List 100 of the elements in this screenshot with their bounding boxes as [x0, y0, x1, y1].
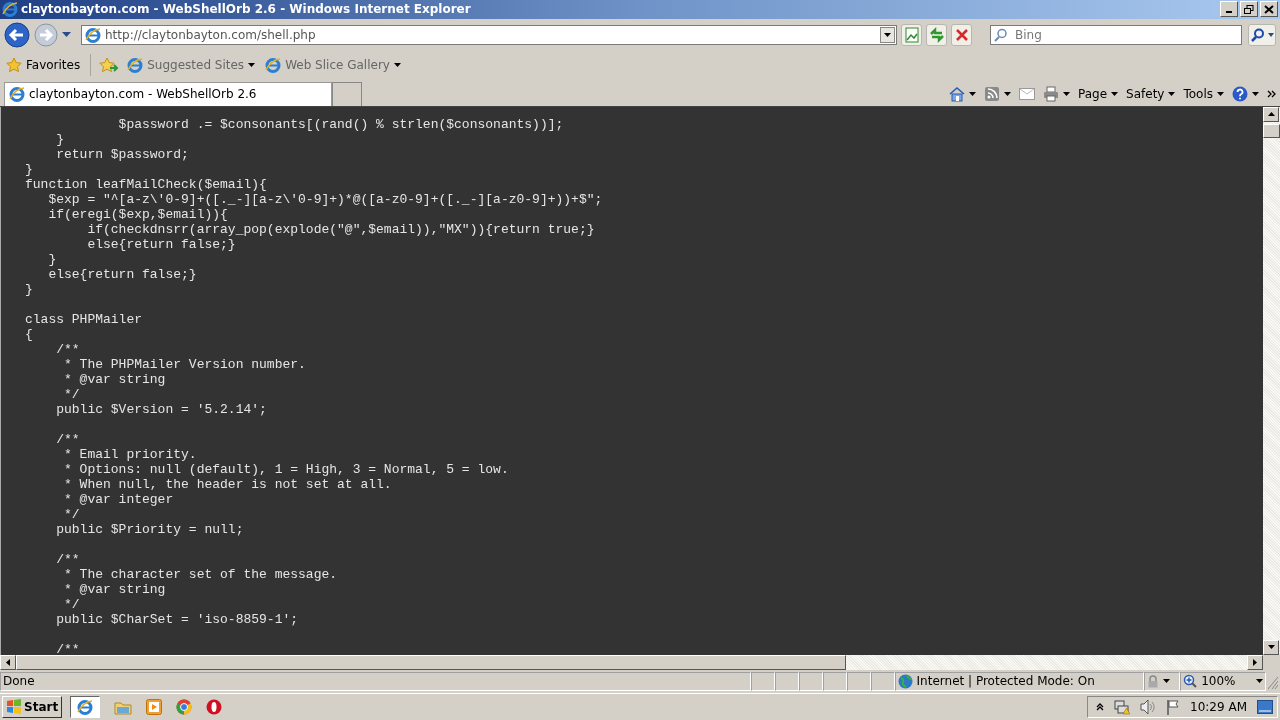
caret-icon: [1163, 679, 1171, 684]
circle-icon[interactable]: [176, 699, 193, 716]
code-line: * @var integer: [63, 491, 175, 507]
protection-button[interactable]: [1144, 671, 1181, 692]
help-icon: [1232, 85, 1248, 102]
code-line: else{return false;}: [86, 236, 237, 252]
code-line: public $CharSet = 'iso-8859-1';: [55, 611, 300, 627]
search-field[interactable]: Bing: [990, 24, 1243, 45]
command-menu[interactable]: Safety: [1126, 86, 1176, 101]
address-field[interactable]: http://claytonbayton.com/shell.php: [81, 24, 897, 45]
command-menu[interactable]: Page: [1078, 86, 1119, 101]
compatibility-button[interactable]: [901, 23, 922, 46]
favorites-link[interactable]: Suggested Sites: [125, 55, 258, 76]
play-icon[interactable]: [146, 699, 163, 716]
favorites-button[interactable]: Favorites: [4, 55, 83, 76]
code-line: class PHPMailer: [25, 311, 144, 327]
code-line: }: [25, 281, 34, 297]
status-panel: [774, 671, 799, 692]
windows-logo-icon: [6, 699, 22, 716]
refresh-icon: [928, 26, 945, 43]
refresh-button[interactable]: [926, 23, 948, 46]
page-icon: [265, 57, 282, 74]
code-line: else{return false;}: [47, 266, 198, 282]
print-button[interactable]: [1043, 85, 1070, 102]
compatibility-icon: [903, 26, 920, 43]
clock[interactable]: 10:29 AM: [1190, 700, 1247, 715]
browser-icon: [77, 699, 94, 716]
code-line: * When null, the header is not set at all.: [63, 476, 393, 492]
caret-icon: [884, 32, 891, 37]
status-text: Done: [3, 674, 35, 689]
resize-grip-icon: [1268, 677, 1278, 690]
caret-icon: [1256, 679, 1263, 684]
ring-icon[interactable]: [206, 699, 223, 716]
caret-icon: [1111, 91, 1119, 96]
stop-icon: [953, 26, 970, 43]
code-line: public $Version = '5.2.14';: [55, 401, 268, 417]
lock-icon: [1147, 674, 1160, 688]
restore-icon: [1244, 4, 1254, 14]
feed-icon: [984, 85, 1000, 102]
restore-button[interactable]: [1240, 1, 1258, 18]
code-line: public $Priority = null;: [55, 521, 245, 537]
code-line: * The character set of the message.: [63, 566, 339, 582]
search-icon: [1250, 27, 1265, 42]
stop-button[interactable]: [951, 23, 973, 46]
code-line: return $password;: [55, 146, 190, 162]
close-icon: [1264, 4, 1274, 14]
up-arrow-icon: [1267, 112, 1275, 117]
search-icon: [994, 27, 1009, 42]
close-button[interactable]: [1260, 1, 1278, 18]
start-button[interactable]: Start: [2, 696, 63, 719]
home-icon: [949, 85, 965, 102]
feed-button[interactable]: [984, 85, 1011, 102]
minimize-icon: [1226, 11, 1232, 14]
status-panel: [822, 671, 847, 692]
command-menu[interactable]: Tools: [1183, 86, 1224, 101]
back-button[interactable]: [4, 21, 30, 48]
code-line: /**: [55, 641, 81, 655]
code-line: if(eregi($exp,$email)){: [47, 206, 229, 222]
search-button[interactable]: [1248, 23, 1276, 46]
show-desktop-icon[interactable]: [1257, 700, 1273, 715]
caret-icon: [393, 63, 401, 68]
address-dropdown-button[interactable]: [880, 26, 895, 43]
caret-icon: [248, 63, 256, 68]
code-line: * @var string: [63, 581, 167, 597]
right-arrow-icon: [1253, 658, 1257, 666]
security-zone-text: Internet | Protected Mode: On: [916, 674, 1095, 689]
home-button[interactable]: [949, 85, 976, 102]
history-dropdown-icon[interactable]: [62, 32, 71, 38]
chevron-up-icon[interactable]: [1096, 703, 1105, 712]
code-line: {: [25, 326, 34, 342]
globe-icon: [897, 673, 913, 689]
flag-icon[interactable]: [1166, 699, 1181, 716]
browser-tab[interactable]: claytonbayton.com - WebShellOrb 2.6: [4, 81, 332, 106]
vertical-scrollbar[interactable]: [1263, 106, 1280, 655]
network-icon[interactable]: [1114, 699, 1131, 716]
caret-icon: [1252, 91, 1259, 96]
code-line: $exp = "^[a-z\'0-9]+([._-][a-z\'0-9]+)*@([a-z0-9]+([._-][a-z0-9]+))+$";: [47, 191, 604, 207]
code-line: /**: [55, 551, 81, 567]
caret-icon: [969, 91, 976, 96]
code-line: }: [25, 161, 34, 177]
code-line: $password .= $consonants[(rand() % strlen($consonants))];: [117, 116, 565, 132]
speaker-icon[interactable]: [1140, 699, 1157, 716]
star-icon: [6, 57, 22, 74]
code-line: */: [63, 596, 81, 612]
minimize-button[interactable]: [1220, 1, 1238, 18]
window-title: claytonbayton.com - WebShellOrb 2.6 - Windows Internet Explorer: [21, 2, 472, 17]
mail-icon[interactable]: [1019, 87, 1035, 100]
help-button[interactable]: [1232, 85, 1259, 102]
code-line: * The PHPMailer Version number.: [63, 356, 307, 372]
zoom-button[interactable]: 100%: [1180, 671, 1266, 692]
page-icon: [127, 57, 144, 74]
taskbar-button[interactable]: [70, 696, 101, 719]
code-line: /**: [55, 431, 81, 447]
favorites-link[interactable]: Web Slice Gallery: [263, 55, 403, 76]
page-icon: [85, 26, 101, 43]
chevron-icon[interactable]: [1267, 89, 1276, 98]
scrollbar-thumb[interactable]: [1263, 123, 1280, 138]
code-line: * Email priority.: [63, 446, 198, 462]
code-line: /**: [55, 341, 81, 357]
caret-icon: [1168, 91, 1176, 96]
